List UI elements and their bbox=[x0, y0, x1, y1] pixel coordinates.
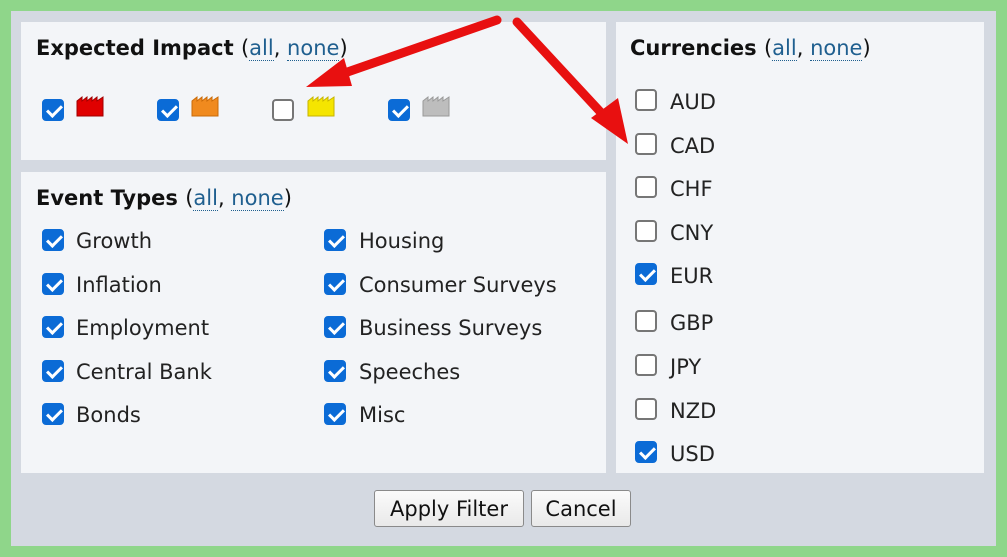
cancel-button[interactable]: Cancel bbox=[531, 490, 631, 527]
event-label-central-bank: Central Bank bbox=[76, 360, 212, 384]
currency-checkbox-cad[interactable] bbox=[635, 133, 657, 155]
event-checkbox-speeches[interactable] bbox=[324, 360, 346, 382]
currencies-all-link[interactable]: all bbox=[772, 36, 797, 61]
events-title: Event Types bbox=[36, 186, 178, 210]
impact-non-economic-icon bbox=[422, 95, 450, 117]
event-label-bonds: Bonds bbox=[76, 403, 141, 427]
impact-high-icon bbox=[76, 95, 104, 117]
currency-checkbox-eur[interactable] bbox=[635, 263, 657, 285]
event-label-speeches: Speeches bbox=[359, 360, 461, 384]
event-checkbox-housing[interactable] bbox=[324, 229, 346, 251]
events-title-row: Event Types (all, none) bbox=[36, 186, 292, 211]
events-none-link[interactable]: none bbox=[231, 186, 284, 211]
event-checkbox-inflation[interactable] bbox=[42, 273, 64, 295]
currency-label-chf: CHF bbox=[670, 177, 713, 201]
currencies-title: Currencies bbox=[630, 36, 757, 60]
event-types-panel: Event Types (all, none) Growth Inflation… bbox=[21, 172, 606, 473]
currency-label-gbp: GBP bbox=[670, 311, 714, 335]
event-label-consumer-surveys: Consumer Surveys bbox=[359, 273, 557, 297]
currency-checkbox-nzd[interactable] bbox=[635, 398, 657, 420]
currency-checkbox-usd[interactable] bbox=[635, 441, 657, 463]
event-checkbox-misc[interactable] bbox=[324, 403, 346, 425]
currency-checkbox-aud[interactable] bbox=[635, 89, 657, 111]
currency-label-cad: CAD bbox=[670, 134, 716, 158]
event-checkbox-central-bank[interactable] bbox=[42, 360, 64, 382]
impact-title: Expected Impact bbox=[36, 36, 234, 60]
event-checkbox-bonds[interactable] bbox=[42, 403, 64, 425]
event-label-misc: Misc bbox=[359, 403, 406, 427]
currency-label-usd: USD bbox=[670, 442, 715, 466]
currency-label-aud: AUD bbox=[670, 90, 716, 114]
event-label-inflation: Inflation bbox=[76, 273, 162, 297]
currency-label-nzd: NZD bbox=[670, 399, 717, 423]
impact-low-checkbox[interactable] bbox=[272, 99, 294, 121]
impact-medium-icon bbox=[191, 95, 219, 117]
event-checkbox-business-surveys[interactable] bbox=[324, 316, 346, 338]
filter-dialog: Expected Impact (all, none) Event Types … bbox=[11, 11, 996, 546]
impact-none-link[interactable]: none bbox=[287, 36, 340, 61]
impact-low-icon bbox=[307, 95, 335, 117]
event-checkbox-growth[interactable] bbox=[42, 229, 64, 251]
expected-impact-panel: Expected Impact (all, none) bbox=[21, 22, 606, 160]
impact-medium-checkbox[interactable] bbox=[157, 99, 179, 121]
apply-filter-button[interactable]: Apply Filter bbox=[374, 490, 524, 527]
impact-all-link[interactable]: all bbox=[249, 36, 274, 61]
currency-label-eur: EUR bbox=[670, 264, 714, 288]
currencies-none-link[interactable]: none bbox=[810, 36, 863, 61]
events-all-link[interactable]: all bbox=[193, 186, 218, 211]
currency-checkbox-cny[interactable] bbox=[635, 220, 657, 242]
event-checkbox-consumer-surveys[interactable] bbox=[324, 273, 346, 295]
event-checkbox-employment[interactable] bbox=[42, 316, 64, 338]
currencies-panel: Currencies (all, none) AUD CAD CHF CNY E… bbox=[616, 22, 984, 473]
currency-checkbox-gbp[interactable] bbox=[635, 310, 657, 332]
impact-title-row: Expected Impact (all, none) bbox=[36, 36, 348, 61]
event-label-employment: Employment bbox=[76, 316, 210, 340]
impact-non-economic-checkbox[interactable] bbox=[388, 99, 410, 121]
event-label-business-surveys: Business Surveys bbox=[359, 316, 543, 340]
currency-label-jpy: JPY bbox=[670, 355, 702, 379]
event-label-growth: Growth bbox=[76, 229, 153, 253]
currency-checkbox-chf[interactable] bbox=[635, 176, 657, 198]
event-label-housing: Housing bbox=[359, 229, 445, 253]
currencies-title-row: Currencies (all, none) bbox=[630, 36, 871, 61]
impact-high-checkbox[interactable] bbox=[42, 99, 64, 121]
currency-label-cny: CNY bbox=[670, 221, 714, 245]
currency-checkbox-jpy[interactable] bbox=[635, 354, 657, 376]
